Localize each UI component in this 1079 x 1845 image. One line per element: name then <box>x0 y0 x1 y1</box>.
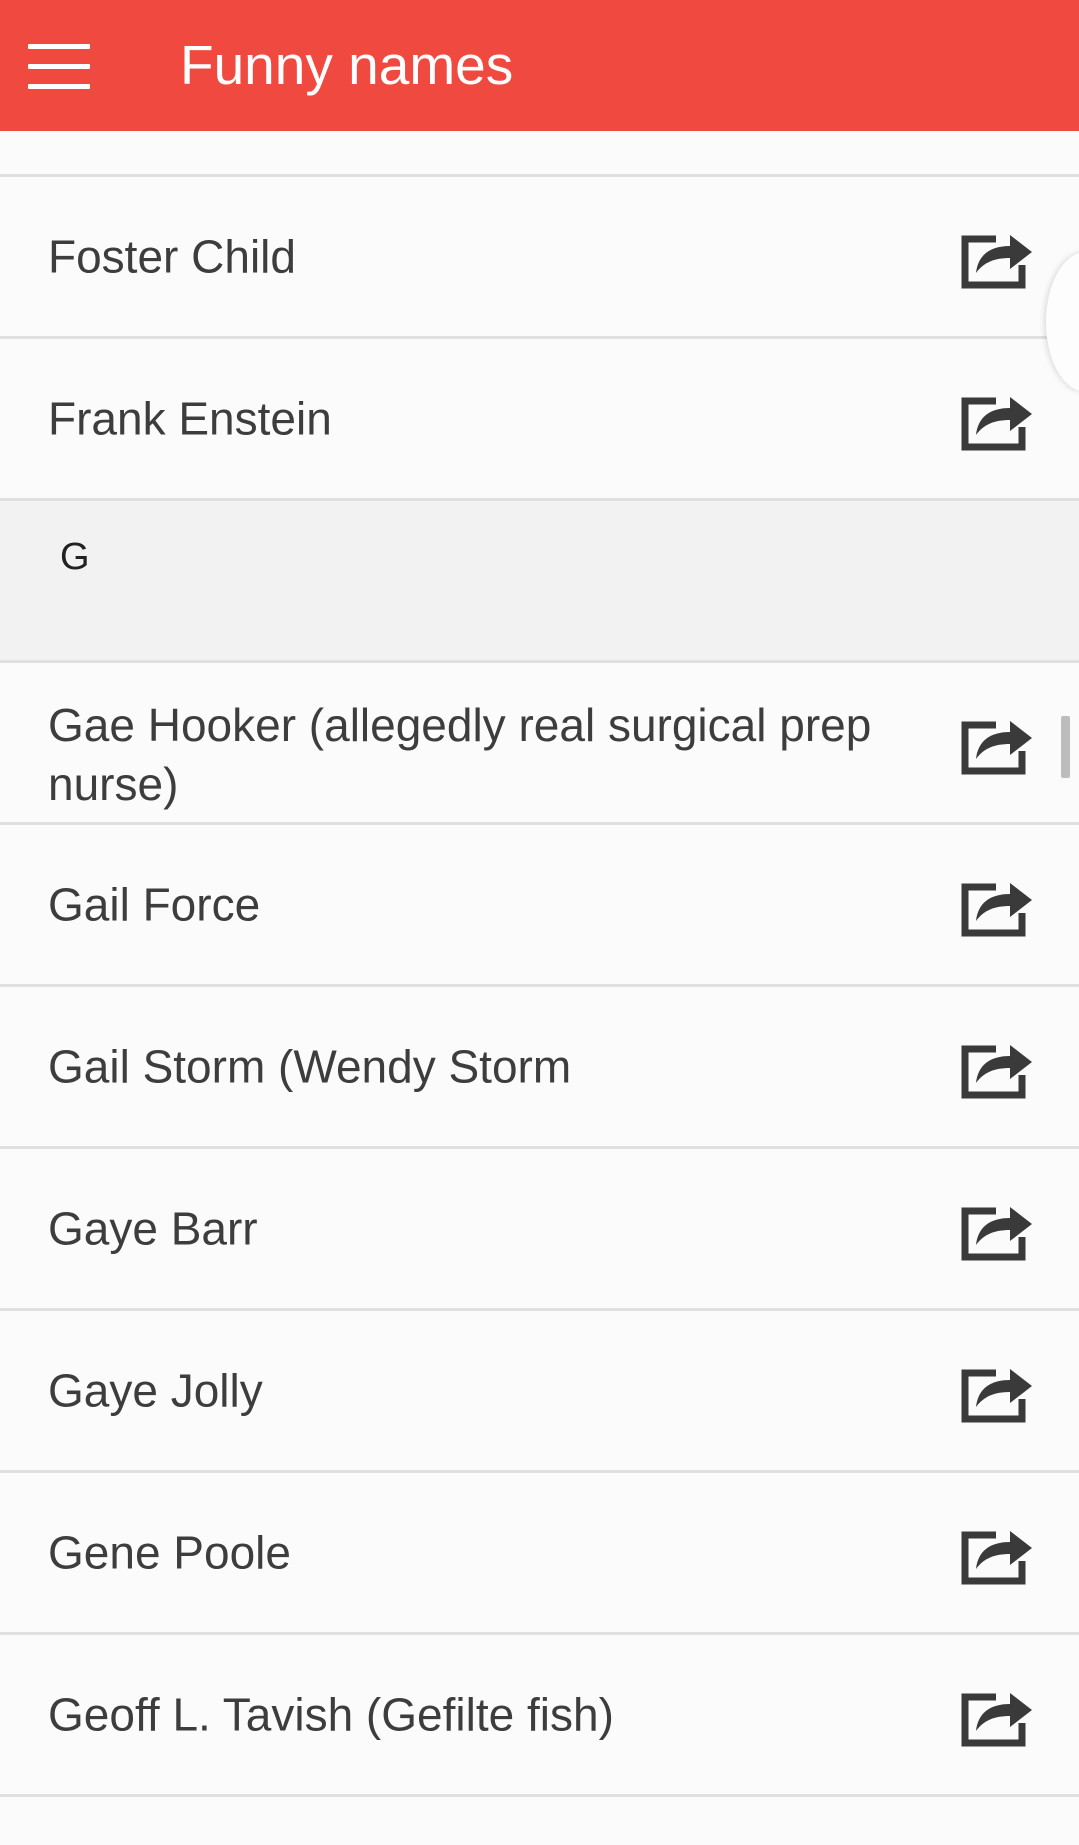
list-item-label: Frank Enstein <box>48 392 332 444</box>
share-icon[interactable] <box>960 711 1034 775</box>
list-item[interactable]: Geoff L. Tavish (Gefilte fish) <box>0 1635 1079 1797</box>
share-icon[interactable] <box>960 1359 1034 1423</box>
share-icon[interactable] <box>960 1683 1034 1747</box>
list-item-label: Foster Child <box>48 230 296 282</box>
list-item[interactable]: Gaye Barr <box>0 1149 1079 1311</box>
share-icon[interactable] <box>960 1197 1034 1261</box>
list-item[interactable]: Gaye Jolly <box>0 1311 1079 1473</box>
share-icon[interactable] <box>960 873 1034 937</box>
share-icon[interactable] <box>960 225 1034 289</box>
share-icon[interactable] <box>960 1035 1034 1099</box>
list-item-partial <box>0 131 1079 177</box>
list-item[interactable]: Gene Poole <box>0 1473 1079 1635</box>
list-item-label: Gae Hooker (allegedly real surgical prep… <box>48 699 872 811</box>
share-icon[interactable] <box>960 1521 1034 1585</box>
scrollbar-thumb[interactable] <box>1061 716 1070 778</box>
list-item-label: Gail Storm (Wendy Storm <box>48 1040 572 1092</box>
list-item[interactable]: Foster Child <box>0 177 1079 339</box>
list-item[interactable]: Frank Enstein <box>0 339 1079 501</box>
share-icon[interactable] <box>960 387 1034 451</box>
list-item[interactable]: Gae Hooker (allegedly real surgical prep… <box>0 663 1079 825</box>
section-header: G <box>0 501 1079 663</box>
app-screen: Funny names Foster Child Frank Enstein G… <box>0 0 1079 1845</box>
list-item-label: Gail Force <box>48 878 261 930</box>
list-item-label: Gaye Barr <box>48 1202 258 1254</box>
app-title: Funny names <box>180 34 514 96</box>
list-item[interactable]: Gail Storm (Wendy Storm <box>0 987 1079 1149</box>
app-bar: Funny names <box>0 0 1079 131</box>
list-item-label: Geoff L. Tavish (Gefilte fish) <box>48 1688 614 1740</box>
hamburger-menu-icon[interactable] <box>28 44 90 90</box>
list-item-label: Gene Poole <box>48 1526 291 1578</box>
names-list: Foster Child Frank Enstein G Gae Hooker … <box>0 131 1079 1845</box>
section-header-letter: G <box>60 536 90 578</box>
list-item-label: Gaye Jolly <box>48 1364 263 1416</box>
list-item[interactable]: Gail Force <box>0 825 1079 987</box>
